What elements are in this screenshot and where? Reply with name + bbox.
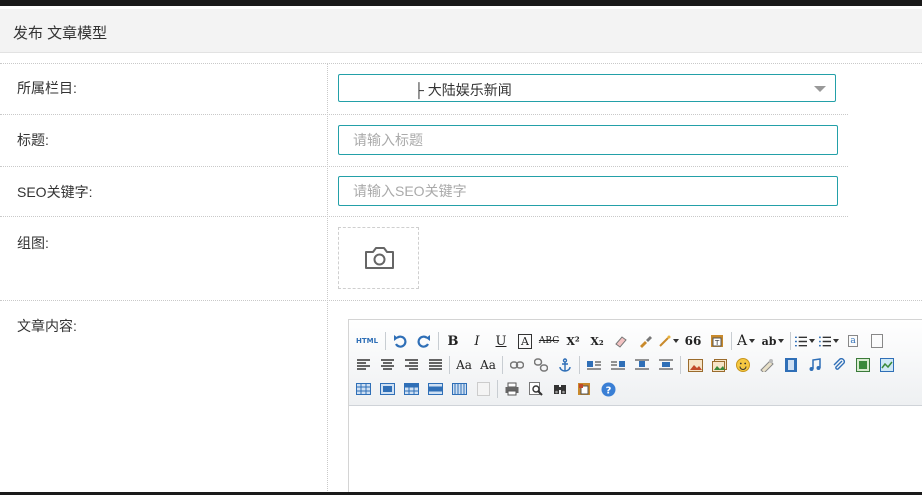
map-icon[interactable] [877, 355, 897, 375]
toolbar-separator [502, 356, 503, 374]
divider [0, 114, 848, 115]
divider [0, 216, 848, 217]
image-inline-icon[interactable] [632, 355, 652, 375]
font-size-increase-button[interactable]: Aa [454, 355, 474, 375]
toolbar-separator [790, 332, 791, 350]
blockquote-button[interactable]: 66 [683, 331, 703, 351]
subscript-button[interactable]: X₂ [587, 331, 607, 351]
print-icon[interactable] [502, 379, 522, 399]
font-size-decrease-button[interactable]: Aa [478, 355, 498, 375]
highlight-color-button[interactable]: ab [760, 331, 786, 351]
insert-col-icon[interactable] [425, 379, 445, 399]
emoji-icon[interactable] [733, 355, 753, 375]
redo-icon[interactable] [414, 331, 434, 351]
divider [0, 300, 922, 301]
insert-video-icon[interactable] [781, 355, 801, 375]
toolbar-row-2: Aa Aa [353, 353, 901, 377]
align-left-icon[interactable] [353, 355, 373, 375]
image-float-left-icon[interactable] [584, 355, 604, 375]
title-label: 标题: [17, 132, 49, 148]
insert-frame-icon[interactable] [853, 355, 873, 375]
insert-image-icon[interactable] [685, 355, 705, 375]
align-center-icon[interactable] [377, 355, 397, 375]
category-label: 所属栏目: [17, 80, 77, 96]
toolbar-separator [731, 332, 732, 350]
auto-format-icon[interactable] [659, 331, 679, 351]
ordered-list-icon[interactable] [795, 331, 815, 351]
toolbar-row-3: ? [353, 377, 622, 401]
line-height-icon[interactable]: a [843, 331, 863, 351]
multi-image-icon[interactable] [709, 355, 729, 375]
anchor-icon[interactable] [555, 355, 575, 375]
insert-table-icon[interactable] [353, 379, 373, 399]
eraser-icon[interactable] [611, 331, 631, 351]
image-float-right-icon[interactable] [608, 355, 628, 375]
toolbar-separator [438, 332, 439, 350]
seo-label: SEO关键字: [17, 184, 93, 200]
strikethrough-icon[interactable]: ABC [539, 331, 559, 351]
page-header: 发布 文章模型 [0, 9, 922, 53]
unordered-list-icon[interactable] [819, 331, 839, 351]
toolbar-separator [449, 356, 450, 374]
preview-icon[interactable] [526, 379, 546, 399]
merge-cells-icon[interactable] [449, 379, 469, 399]
gallery-label: 组图: [17, 235, 49, 251]
underline-button[interactable]: U [491, 331, 511, 351]
toolbar-separator [579, 356, 580, 374]
chevron-down-icon [814, 86, 826, 92]
delete-table-icon[interactable] [377, 379, 397, 399]
border-text-icon[interactable]: A [515, 331, 535, 351]
title-input[interactable] [338, 125, 838, 155]
paste-text-icon[interactable]: T [707, 331, 727, 351]
rich-text-editor[interactable]: HTML B I U A ABC X² X₂ 66 T A ab a Aa Aa… [348, 319, 922, 492]
gallery-upload-button[interactable] [338, 227, 419, 289]
scrawl-icon[interactable] [757, 355, 777, 375]
music-icon[interactable] [805, 355, 825, 375]
toolbar-separator [497, 380, 498, 398]
page: 发布 文章模型 所属栏目: 标题: SEO关键字: 组图: 文章内容: ├ 大陆… [0, 6, 922, 492]
divider [0, 166, 848, 167]
content-label: 文章内容: [17, 318, 77, 334]
category-select-value: ├ 大陆娱乐新闻 [414, 82, 512, 98]
page-break-icon[interactable] [473, 379, 493, 399]
html-source-button[interactable]: HTML [353, 331, 381, 351]
category-select[interactable]: ├ 大陆娱乐新闻 [338, 74, 836, 102]
attachment-icon[interactable] [829, 355, 849, 375]
align-justify-icon[interactable] [425, 355, 445, 375]
align-right-icon[interactable] [401, 355, 421, 375]
search-replace-icon[interactable] [550, 379, 570, 399]
image-center-icon[interactable] [656, 355, 676, 375]
link-icon[interactable] [507, 355, 527, 375]
italic-button[interactable]: I [467, 331, 487, 351]
more-icon[interactable] [867, 331, 887, 351]
column-divider [327, 63, 328, 492]
divider [0, 63, 922, 64]
help-icon[interactable]: ? [598, 379, 618, 399]
insert-row-icon[interactable] [401, 379, 421, 399]
toolbar-row-1: HTML B I U A ABC X² X₂ 66 T A ab a [353, 329, 891, 353]
bold-button[interactable]: B [443, 331, 463, 351]
toolbar-separator [680, 356, 681, 374]
undo-icon[interactable] [390, 331, 410, 351]
font-color-button[interactable]: A [736, 331, 756, 351]
drafts-icon[interactable] [574, 379, 594, 399]
toolbar-separator [385, 332, 386, 350]
editor-toolbar: HTML B I U A ABC X² X₂ 66 T A ab a Aa Aa… [349, 320, 922, 406]
unlink-icon[interactable] [531, 355, 551, 375]
seo-keywords-input[interactable] [338, 176, 838, 206]
svg-text:T: T [714, 339, 720, 347]
format-brush-icon[interactable] [635, 331, 655, 351]
superscript-button[interactable]: X² [563, 331, 583, 351]
svg-text:?: ? [605, 385, 611, 396]
page-title: 发布 文章模型 [13, 25, 108, 42]
camera-icon [365, 247, 394, 269]
